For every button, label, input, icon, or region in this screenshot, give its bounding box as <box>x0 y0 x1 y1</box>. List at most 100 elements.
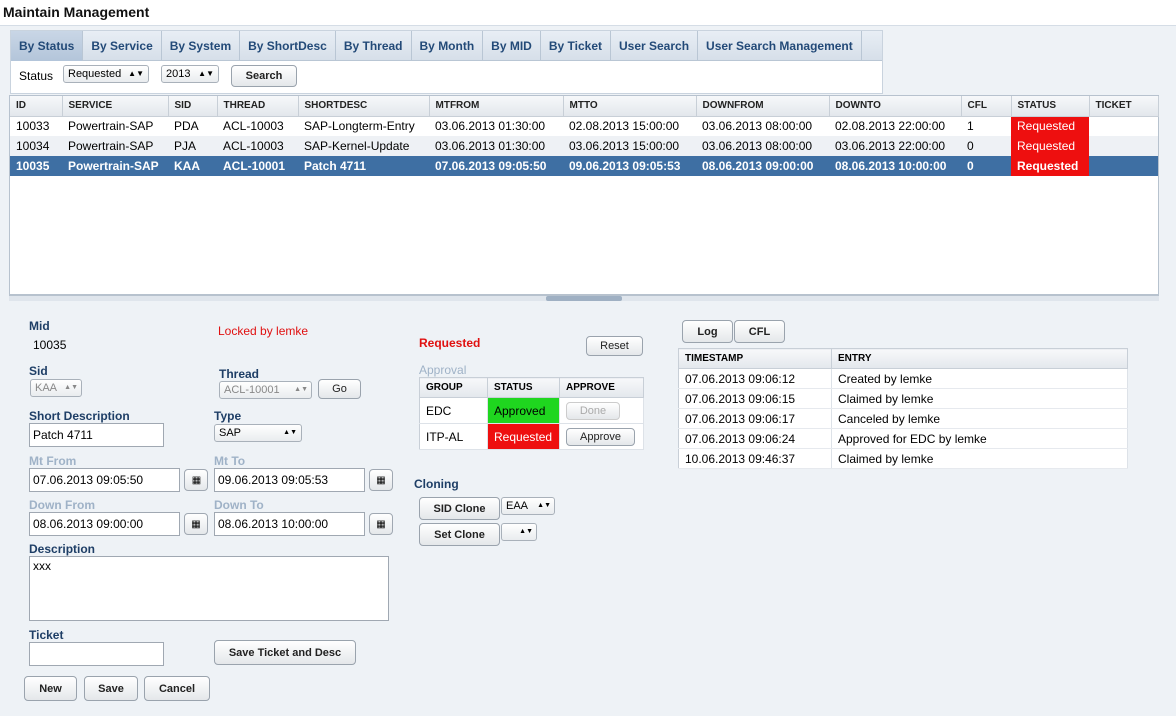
column-header-cfl[interactable]: CFL <box>961 96 1012 117</box>
sid-clone-button[interactable]: SID Clone <box>419 497 500 520</box>
type-select[interactable]: SAP ▲▼ <box>214 424 302 442</box>
down-from-input[interactable] <box>29 512 180 536</box>
tab-by-month[interactable]: By Month <box>412 31 484 61</box>
set-clone-select[interactable]: ▲▼ <box>501 523 537 541</box>
column-header-ticket[interactable]: TICKET <box>1089 96 1159 117</box>
sid-clone-select[interactable]: EAA ▲▼ <box>501 497 555 515</box>
down-from-label: Down From <box>29 498 95 512</box>
thread-select[interactable]: ACL-10001 ▲▼ <box>219 381 312 399</box>
tab-user-search[interactable]: User Search <box>611 31 699 61</box>
mid-label: Mid <box>29 319 50 333</box>
mt-from-input[interactable] <box>29 468 180 492</box>
approval-table: GROUP STATUS APPROVE EDC Approved Done I… <box>419 377 644 450</box>
cell-downfrom: 03.06.2013 08:00:00 <box>696 136 829 156</box>
cell-ticket <box>1089 156 1158 176</box>
request-status-text: Requested <box>419 336 481 350</box>
table-row[interactable]: 10034 Powertrain-SAP PJA ACL-10003 SAP-K… <box>10 136 1158 156</box>
calendar-icon: ▦ <box>376 474 386 486</box>
tab-by-service[interactable]: By Service <box>83 31 162 61</box>
column-header-mtfrom[interactable]: MTFROM <box>429 96 564 117</box>
log-timestamp: 07.06.2013 09:06:17 <box>678 408 832 429</box>
description-textarea[interactable]: xxx <box>29 556 389 621</box>
log-column-entry: ENTRY <box>831 348 1128 369</box>
mt-to-input[interactable] <box>214 468 365 492</box>
cell-status: Requested <box>1011 156 1089 176</box>
description-label: Description <box>29 542 96 556</box>
cell-service: Powertrain-SAP <box>62 156 168 176</box>
log-table: TIMESTAMP ENTRY 07.06.2013 09:06:12 Crea… <box>678 348 1128 469</box>
save-button[interactable]: Save <box>84 676 138 701</box>
year-filter-select[interactable]: 2013 ▲▼ <box>161 65 219 83</box>
down-to-calendar-button[interactable]: ▦ <box>369 513 393 535</box>
status-filter-select[interactable]: Requested ▲▼ <box>63 65 149 83</box>
tab-by-system[interactable]: By System <box>162 31 241 61</box>
column-header-status[interactable]: STATUS <box>1011 96 1090 117</box>
cell-mtto: 03.06.2013 15:00:00 <box>563 136 696 156</box>
save-ticket-and-desc-button[interactable]: Save Ticket and Desc <box>214 640 356 665</box>
tab-by-mid[interactable]: By MID <box>483 31 541 61</box>
tab-user-search-management[interactable]: User Search Management <box>698 31 862 61</box>
select-arrows-icon: ▲▼ <box>537 502 551 509</box>
column-header-downfrom[interactable]: DOWNFROM <box>696 96 830 117</box>
log-timestamp: 07.06.2013 09:06:15 <box>678 388 832 409</box>
mt-from-calendar-button[interactable]: ▦ <box>184 469 208 491</box>
cell-service: Powertrain-SAP <box>62 136 168 156</box>
approve-button[interactable]: Approve <box>566 427 635 446</box>
approval-group: EDC <box>419 397 488 424</box>
mt-to-calendar-button[interactable]: ▦ <box>369 469 393 491</box>
sid-select[interactable]: KAA ▲▼ <box>30 379 82 397</box>
cfl-tab-button[interactable]: CFL <box>734 320 785 343</box>
new-button[interactable]: New <box>24 676 77 701</box>
mt-to-label: Mt To <box>214 454 246 468</box>
cell-ticket <box>1089 116 1158 136</box>
log-entry: Claimed by lemke <box>831 388 1128 409</box>
cell-status: Requested <box>1011 136 1089 156</box>
table-row[interactable]: 10033 Powertrain-SAP PDA ACL-10003 SAP-L… <box>10 116 1158 136</box>
sid-clone-value: EAA <box>506 500 529 512</box>
column-header-service[interactable]: SERVICE <box>62 96 169 117</box>
column-header-id[interactable]: ID <box>10 96 63 117</box>
column-header-mtto[interactable]: MTTO <box>563 96 697 117</box>
approval-column-group: GROUP <box>419 377 488 398</box>
tab-by-ticket[interactable]: By Ticket <box>541 31 611 61</box>
column-header-shortdesc[interactable]: SHORTDESC <box>298 96 430 117</box>
splitter-grip-handle[interactable] <box>546 296 622 301</box>
column-header-downto[interactable]: DOWNTO <box>829 96 962 117</box>
calendar-icon: ▦ <box>376 518 386 530</box>
down-to-input[interactable] <box>214 512 365 536</box>
cell-shortdesc: SAP-Kernel-Update <box>298 136 429 156</box>
cell-id: 10034 <box>10 136 62 156</box>
cell-mtto: 09.06.2013 09:05:53 <box>563 156 696 176</box>
down-from-calendar-button[interactable]: ▦ <box>184 513 208 535</box>
cell-mtfrom: 07.06.2013 09:05:50 <box>429 156 563 176</box>
cell-sid: PJA <box>168 136 217 156</box>
tab-by-thread[interactable]: By Thread <box>336 31 412 61</box>
tab-by-shortdesc[interactable]: By ShortDesc <box>240 31 336 61</box>
thread-value: ACL-10001 <box>224 384 280 396</box>
mid-value: 10035 <box>33 338 67 352</box>
cell-mtto: 02.08.2013 15:00:00 <box>569 119 680 134</box>
log-row: 10.06.2013 09:46:37 Claimed by lemke <box>678 448 1128 469</box>
log-timestamp: 07.06.2013 09:06:12 <box>678 368 832 389</box>
set-clone-button[interactable]: Set Clone <box>419 523 500 546</box>
column-header-sid[interactable]: SID <box>168 96 218 117</box>
column-header-thread[interactable]: THREAD <box>217 96 299 117</box>
done-button: Done <box>566 401 620 420</box>
panel-splitter[interactable] <box>9 295 1159 301</box>
ticket-input[interactable] <box>29 642 164 666</box>
reset-button[interactable]: Reset <box>586 336 643 356</box>
approval-status-approved: Approved <box>487 397 560 424</box>
cell-id: 10035 <box>10 156 62 176</box>
approval-row: EDC Approved Done <box>419 397 644 424</box>
cancel-button[interactable]: Cancel <box>144 676 210 701</box>
go-button[interactable]: Go <box>318 379 361 399</box>
select-arrows-icon: ▲▼ <box>283 429 297 436</box>
table-row-selected[interactable]: 10035 Powertrain-SAP KAA ACL-10001 Patch… <box>10 156 1158 176</box>
status-filter-label: Status <box>19 69 54 83</box>
log-tab-button[interactable]: Log <box>682 320 733 343</box>
cell-thread: ACL-10003 <box>223 119 284 134</box>
tab-by-status[interactable]: By Status <box>11 31 84 61</box>
log-entry: Claimed by lemke <box>831 448 1128 469</box>
short-description-input[interactable] <box>29 423 164 447</box>
search-button[interactable]: Search <box>231 65 297 87</box>
